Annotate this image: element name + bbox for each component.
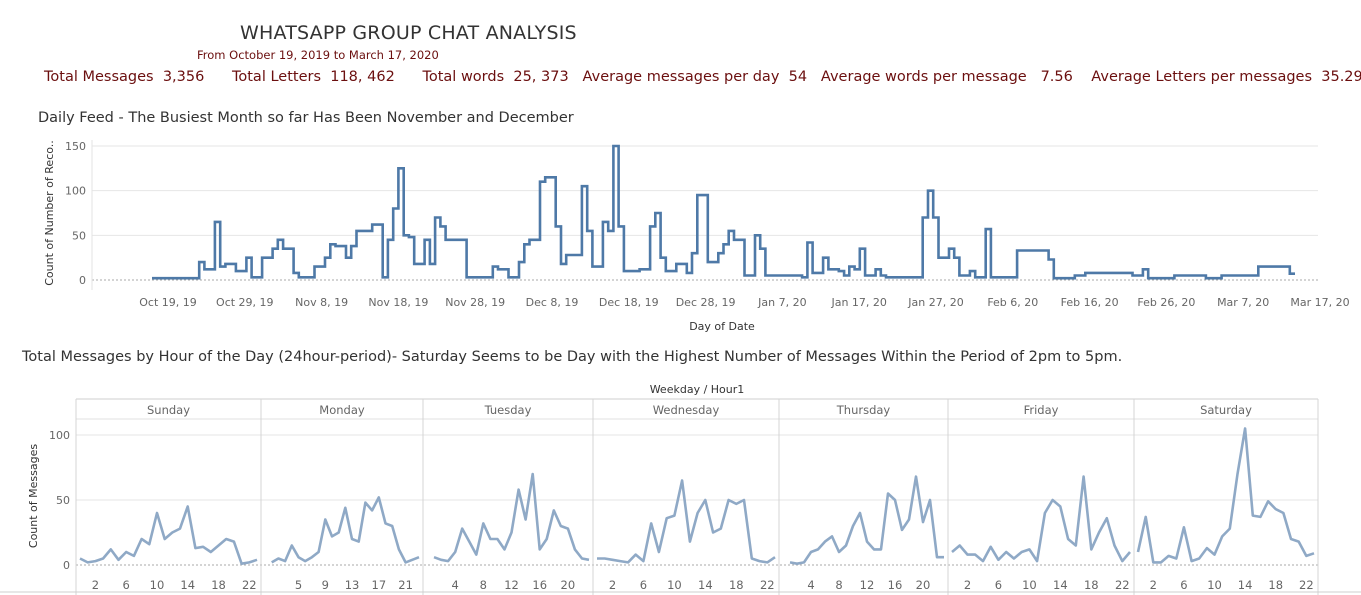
facet-day-label: Wednesday: [653, 403, 720, 417]
x-tick-label: 21: [398, 578, 413, 592]
x-tick-label: 6: [640, 578, 647, 592]
x-tick-label: 2: [1150, 578, 1157, 592]
x-tick-label: 10: [1207, 578, 1222, 592]
facet-day-label: Saturday: [1200, 403, 1252, 417]
x-tick-label: 22: [1299, 578, 1314, 592]
facet-day-label: Tuesday: [484, 403, 532, 417]
x-tick-label: 16: [888, 578, 903, 592]
x-tick-label: 5: [295, 578, 302, 592]
x-tick-label: 10: [667, 578, 682, 592]
x-tick-label: 2: [92, 578, 99, 592]
x-tick-label: 20: [561, 578, 576, 592]
x-tick-label: 13: [345, 578, 360, 592]
x-tick-label: 2: [609, 578, 616, 592]
hourly-series-line: [789, 475, 944, 565]
x-tick-label: 14: [1053, 578, 1068, 592]
y-tick-label: 50: [56, 494, 70, 507]
x-tick-label: 14: [698, 578, 713, 592]
facet-day-label: Friday: [1024, 403, 1059, 417]
x-tick-label: 18: [729, 578, 744, 592]
x-tick-label: 8: [480, 578, 487, 592]
x-tick-label: 10: [1022, 578, 1037, 592]
x-tick-label: 18: [211, 578, 226, 592]
x-tick-label: 6: [995, 578, 1002, 592]
x-tick-label: 16: [532, 578, 547, 592]
hourly-series-line: [951, 475, 1131, 563]
x-tick-label: 18: [1268, 578, 1283, 592]
x-tick-label: 20: [916, 578, 931, 592]
x-tick-label: 14: [1238, 578, 1253, 592]
facet-day-label: Thursday: [836, 403, 891, 417]
hourly-series-line: [1136, 427, 1315, 564]
y-tick-label: 100: [49, 429, 70, 442]
hourly-series-line: [597, 479, 776, 564]
facet-day-label: Sunday: [147, 403, 190, 417]
x-tick-label: 4: [807, 578, 814, 592]
x-tick-label: 12: [504, 578, 519, 592]
facet-header-label: Weekday / Hour1: [650, 383, 745, 396]
hourly-series-line: [433, 472, 590, 563]
x-tick-label: 9: [322, 578, 329, 592]
x-tick-label: 10: [150, 578, 165, 592]
x-tick-label: 17: [372, 578, 387, 592]
x-tick-label: 6: [123, 578, 130, 592]
y-axis-label: Count of Messages: [27, 444, 40, 548]
x-tick-label: 8: [835, 578, 842, 592]
hourly-series-line: [271, 496, 420, 564]
hourly-series-line: [79, 505, 258, 565]
x-tick-label: 14: [180, 578, 195, 592]
x-tick-label: 22: [1115, 578, 1130, 592]
x-tick-label: 22: [242, 578, 257, 592]
x-tick-label: 18: [1084, 578, 1099, 592]
x-tick-label: 12: [860, 578, 875, 592]
x-tick-label: 2: [964, 578, 971, 592]
x-tick-label: 4: [452, 578, 459, 592]
y-tick-label: 0: [63, 559, 70, 572]
x-tick-label: 6: [1180, 578, 1187, 592]
facet-day-label: Monday: [319, 403, 365, 417]
hourly-messages-chart: Weekday / Hour1 0 50 100 Count of Messages Su…: [0, 383, 1361, 595]
x-tick-label: 22: [760, 578, 775, 592]
